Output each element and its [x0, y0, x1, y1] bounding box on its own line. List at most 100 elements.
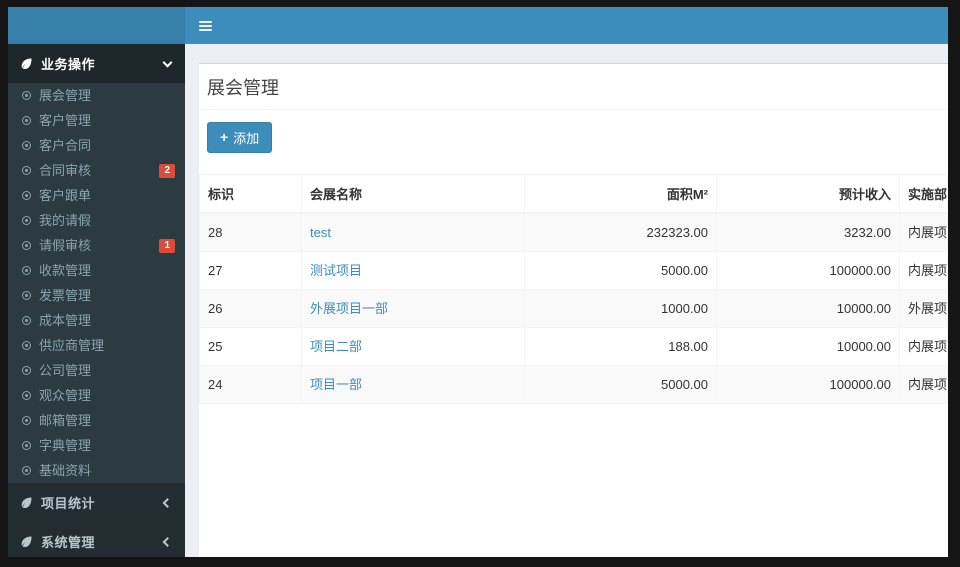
- sidebar-item-label: 字典管理: [39, 438, 92, 453]
- section-label: 业务操作: [41, 57, 96, 72]
- cell-area: 188.00: [524, 327, 717, 366]
- table-row: 28 test 232323.003232.00内展项目: [199, 212, 948, 252]
- col-header-area: 面积M²: [524, 174, 717, 214]
- col-header-name: 会展名称: [301, 174, 525, 214]
- sidebar-item-label: 邮箱管理: [39, 413, 92, 428]
- card-header: 展会管理: [199, 64, 948, 110]
- dot-circle-icon: [22, 466, 31, 475]
- cell-area: 1000.00: [524, 289, 717, 328]
- sidebar-item[interactable]: 展会管理: [8, 83, 185, 108]
- add-button-label: 添加: [233, 131, 260, 146]
- cell-id: 24: [199, 365, 302, 404]
- sidebar-item[interactable]: 观众管理: [8, 383, 185, 408]
- dot-circle-icon: [22, 316, 31, 325]
- dot-circle-icon: [22, 191, 31, 200]
- cell-area: 5000.00: [524, 251, 717, 290]
- sidebar-item[interactable]: 客户跟单: [8, 183, 185, 208]
- sidebar-item-label: 客户跟单: [39, 188, 92, 203]
- col-header-id: 标识: [199, 174, 302, 214]
- exhibition-card: 展会管理 + 添加 标识 会展名称 面积M² 预计收入 实施部 28 test …: [199, 63, 948, 557]
- cell-id: 25: [199, 327, 302, 366]
- sidebar-item[interactable]: 基础资料: [8, 458, 185, 483]
- sidebar-item[interactable]: 公司管理: [8, 358, 185, 383]
- sidebar-item[interactable]: 邮箱管理: [8, 408, 185, 433]
- table-row: 27 测试项目 5000.00100000.00内展项目: [199, 251, 948, 290]
- table-row: 24 项目一部 5000.00100000.00内展项目: [199, 365, 948, 404]
- col-header-income: 预计收入: [716, 174, 900, 214]
- count-badge: 2: [159, 163, 175, 178]
- exhibition-link[interactable]: 项目二部: [310, 339, 362, 354]
- page-title: 展会管理: [207, 78, 279, 98]
- sidebar: 业务操作 展会管理客户管理客户合同合同审核 2 客户跟单我的请假请假审核 1 收款管理发…: [8, 44, 185, 557]
- count-badge: 1: [159, 238, 175, 253]
- cell-name: 测试项目: [301, 251, 525, 290]
- cell-name: test: [301, 212, 525, 252]
- cell-dept: 内展项目: [899, 327, 948, 366]
- dot-circle-icon: [22, 91, 31, 100]
- chevron-left-icon: [162, 497, 173, 508]
- cell-id: 28: [199, 212, 302, 252]
- plus-icon: +: [220, 129, 229, 145]
- cell-dept: 外展项目: [899, 289, 948, 328]
- sidebar-item-label: 合同审核: [39, 163, 92, 178]
- dot-circle-icon: [22, 341, 31, 350]
- exhibition-link[interactable]: 项目一部: [310, 377, 362, 392]
- cell-name: 项目二部: [301, 327, 525, 366]
- dot-circle-icon: [22, 441, 31, 450]
- sidebar-section-business-ops[interactable]: 业务操作: [8, 44, 185, 83]
- table-body: 28test232323.003232.00内展项目27测试项目5000.001…: [199, 212, 948, 404]
- exhibition-link[interactable]: test: [310, 225, 331, 240]
- sidebar-item[interactable]: 请假审核 1: [8, 233, 185, 258]
- hamburger-icon: [198, 20, 212, 31]
- sidebar-toggle-button[interactable]: [185, 7, 225, 44]
- sidebar-item-label: 客户管理: [39, 113, 92, 128]
- card-body: + 添加 标识 会展名称 面积M² 预计收入 实施部 28 test 23232…: [199, 110, 948, 404]
- cell-name: 项目一部: [301, 365, 525, 404]
- logo-area[interactable]: [8, 7, 185, 44]
- dot-circle-icon: [22, 166, 31, 175]
- dot-circle-icon: [22, 391, 31, 400]
- add-button[interactable]: + 添加: [207, 122, 273, 153]
- table-row: 26 外展项目一部 1000.0010000.00外展项目: [199, 289, 948, 328]
- sidebar-section-project-stats[interactable]: 项目统计: [8, 483, 185, 522]
- sidebar-item-label: 观众管理: [39, 388, 92, 403]
- dot-circle-icon: [22, 141, 31, 150]
- exhibition-link[interactable]: 外展项目一部: [310, 301, 388, 316]
- sidebar-item-label: 供应商管理: [39, 338, 105, 353]
- chevron-left-icon: [162, 536, 173, 547]
- sidebar-item-label: 我的请假: [39, 213, 92, 228]
- sidebar-item-label: 基础资料: [39, 463, 92, 478]
- sidebar-item[interactable]: 字典管理: [8, 433, 185, 458]
- sidebar-item[interactable]: 合同审核 2: [8, 158, 185, 183]
- table-row: 25 项目二部 188.0010000.00内展项目: [199, 327, 948, 366]
- sidebar-item[interactable]: 成本管理: [8, 308, 185, 333]
- sidebar-item[interactable]: 收款管理: [8, 258, 185, 283]
- leaf-icon: [21, 536, 32, 548]
- exhibition-link[interactable]: 测试项目: [310, 263, 362, 278]
- sidebar-item[interactable]: 客户合同: [8, 133, 185, 158]
- sidebar-item[interactable]: 供应商管理: [8, 333, 185, 358]
- cell-dept: 内展项目: [899, 251, 948, 290]
- exhibition-table: 标识 会展名称 面积M² 预计收入 实施部门 28 test 232323.0032…: [199, 174, 948, 404]
- cell-dept: 内展项目: [899, 212, 948, 252]
- sidebar-item-label: 成本管理: [39, 313, 92, 328]
- dot-circle-icon: [22, 291, 31, 300]
- chevron-down-icon: [162, 57, 173, 68]
- cell-id: 26: [199, 289, 302, 328]
- dot-circle-icon: [22, 241, 31, 250]
- cell-name: 外展项目一部: [301, 289, 525, 328]
- cell-income: 10000.00: [716, 327, 900, 366]
- sidebar-item[interactable]: 发票管理: [8, 283, 185, 308]
- sidebar-section-system-mgmt[interactable]: 系统管理: [8, 522, 185, 557]
- cell-income: 10000.00: [716, 289, 900, 328]
- sidebar-item[interactable]: 我的请假: [8, 208, 185, 233]
- cell-area: 5000.00: [524, 365, 717, 404]
- sidebar-item[interactable]: 客户管理: [8, 108, 185, 133]
- sidebar-item-label: 收款管理: [39, 263, 92, 278]
- section-label: 项目统计: [41, 496, 96, 511]
- sidebar-item-label: 展会管理: [39, 88, 92, 103]
- cell-area: 232323.00: [524, 212, 717, 252]
- cell-income: 3232.00: [716, 212, 900, 252]
- dot-circle-icon: [22, 416, 31, 425]
- cell-income: 100000.00: [716, 251, 900, 290]
